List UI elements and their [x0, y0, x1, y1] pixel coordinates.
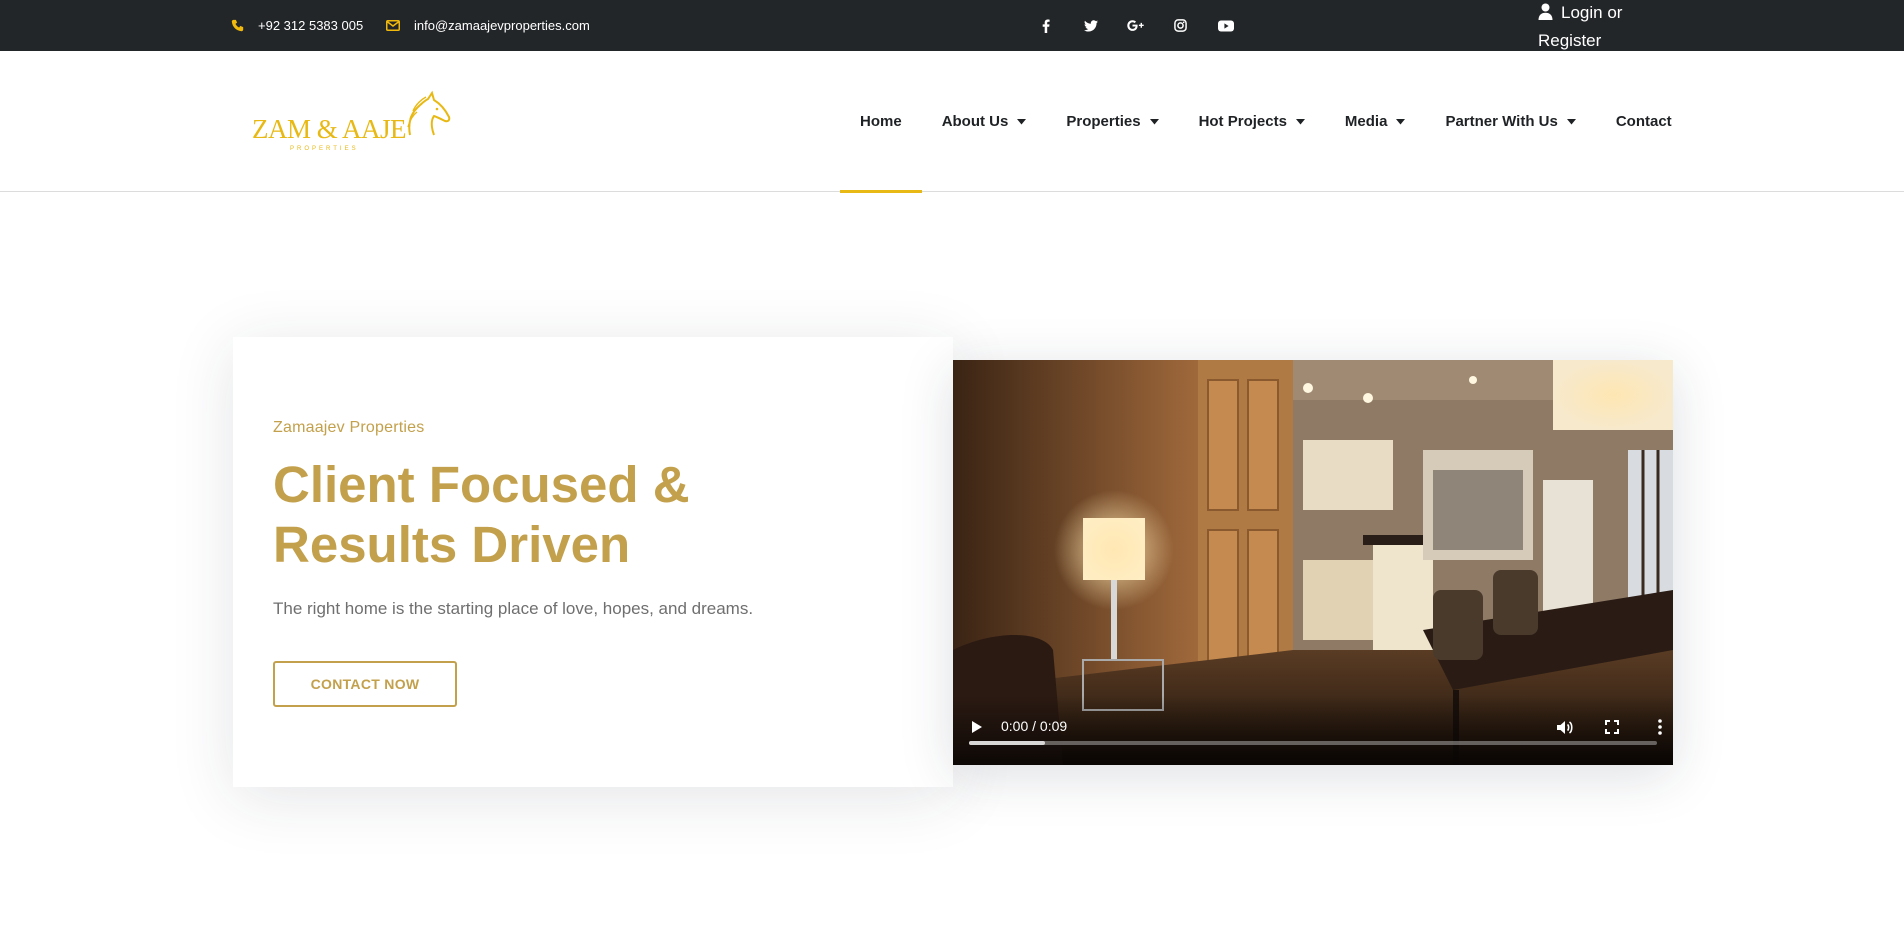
nav-home[interactable]: Home: [840, 51, 922, 193]
caret-down-icon: [1149, 118, 1159, 125]
nav-partner-with-us[interactable]: Partner With Us: [1425, 51, 1595, 192]
caret-down-icon: [1566, 118, 1576, 125]
login-register-link[interactable]: Login or Register: [1538, 0, 1678, 54]
video-time: 0:00 / 0:09: [1001, 718, 1068, 734]
hero-headline: Client Focused & Results Driven: [273, 455, 913, 575]
phone-number: +92 312 5383 005: [258, 18, 364, 33]
hero-subtext: The right home is the starting place of …: [273, 599, 754, 618]
nav-home-label: Home: [860, 113, 902, 130]
nav-contact[interactable]: Contact: [1596, 51, 1692, 192]
nav-about-us-label: About Us: [941, 113, 1009, 130]
video-buffered-indicator: [969, 741, 1045, 745]
user-icon: [1538, 2, 1553, 28]
more-options-icon[interactable]: [1648, 715, 1672, 739]
caret-down-icon: [1396, 118, 1406, 125]
nav-properties-label: Properties: [1066, 113, 1141, 130]
svg-text:PROPERTIES: PROPERTIES: [290, 146, 359, 152]
login-label: Login or: [1561, 3, 1623, 22]
hero-video-player[interactable]: 0:00 / 0:09: [953, 360, 1673, 765]
fullscreen-icon[interactable]: [1600, 715, 1624, 739]
envelope-icon: [386, 20, 400, 31]
video-controls: 0:00 / 0:09: [953, 695, 1673, 765]
topbar-phone[interactable]: +92 312 5383 005: [231, 0, 363, 51]
nav-hot-projects-label: Hot Projects: [1198, 113, 1287, 130]
google-plus-icon[interactable]: [1113, 20, 1158, 31]
caret-down-icon: [1295, 118, 1305, 125]
nav-about-us[interactable]: About Us: [922, 51, 1047, 192]
phone-icon: [231, 19, 244, 32]
hero-card: Zamaajev Properties Client Focused & Res…: [233, 337, 953, 787]
site-logo[interactable]: ZAM & AAJE PROPERTIES: [252, 89, 452, 155]
facebook-icon[interactable]: [1023, 19, 1068, 33]
caret-down-icon: [1017, 118, 1027, 125]
nav-media[interactable]: Media: [1325, 51, 1426, 192]
nav-partner-with-us-label: Partner With Us: [1445, 113, 1558, 130]
topbar-email[interactable]: info@zamaajevproperties.com: [386, 0, 590, 51]
main-header: ZAM & AAJE PROPERTIES Home About Us Prop…: [0, 51, 1904, 193]
video-progress-bar[interactable]: [969, 741, 1657, 745]
nav-hot-projects[interactable]: Hot Projects: [1179, 51, 1325, 192]
hero-eyebrow: Zamaajev Properties: [273, 419, 425, 436]
nav-properties[interactable]: Properties: [1046, 51, 1178, 192]
play-icon[interactable]: [965, 715, 989, 739]
contact-now-button[interactable]: CONTACT NOW: [273, 661, 457, 707]
instagram-icon[interactable]: [1158, 19, 1203, 32]
hero-headline-line1: Client Focused &: [273, 456, 690, 513]
email-address: info@zamaajevproperties.com: [414, 18, 590, 33]
main-nav: Home About Us Properties Hot Projects Me…: [840, 51, 1692, 193]
twitter-icon[interactable]: [1068, 19, 1113, 32]
nav-media-label: Media: [1344, 113, 1388, 130]
social-links: [1023, 0, 1248, 51]
nav-contact-label: Contact: [1615, 113, 1672, 130]
volume-icon[interactable]: [1553, 715, 1577, 739]
youtube-icon[interactable]: [1203, 20, 1248, 32]
svg-text:ZAM & AAJE: ZAM & AAJE: [252, 114, 406, 144]
top-bar: +92 312 5383 005 info@zamaajevproperties…: [0, 0, 1904, 51]
hero-headline-line2: Results Driven: [273, 516, 631, 573]
